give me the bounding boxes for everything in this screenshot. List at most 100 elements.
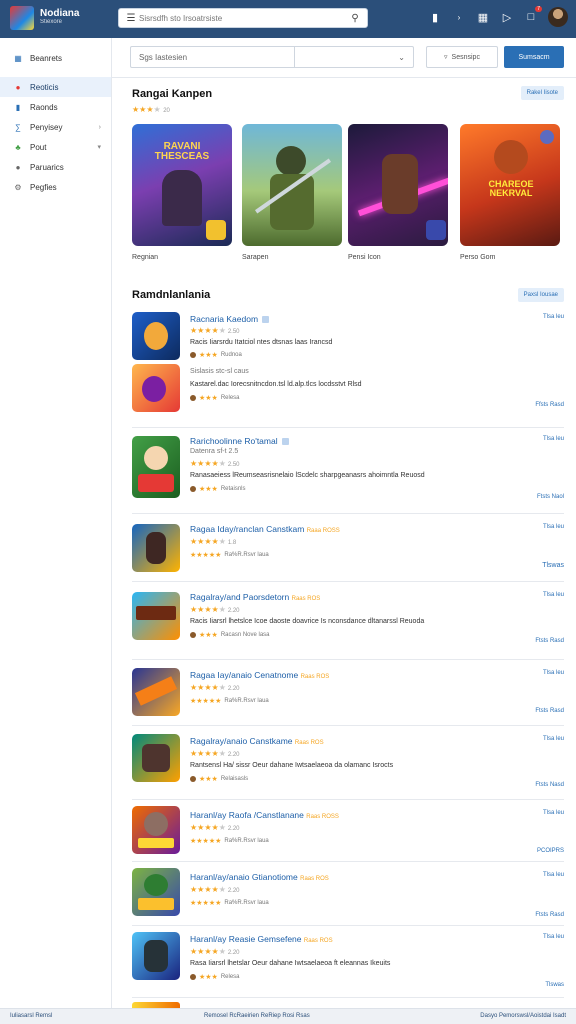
game-thumbnail[interactable] [132,312,180,360]
gamepad-icon[interactable]: ▮ [428,10,442,24]
folder-icon[interactable]: □ 7 [524,6,542,24]
footer-left[interactable]: Iuliasarsl Remsl [10,1013,52,1019]
game-thumbnail[interactable] [132,524,180,572]
price-label[interactable]: Tlsa leu [543,934,564,940]
star-rating: ★★★★★ 2.50 [190,459,240,468]
price-label[interactable]: Tlswas [542,562,564,569]
sound-icon[interactable]: ▷ [500,10,514,24]
price-label[interactable]: Tlsa leu [543,314,564,320]
game-thumbnail[interactable] [132,592,180,640]
game-title[interactable]: Racnaria Kaedom [190,314,270,324]
sidebar-item-penyisey[interactable]: ∑ Penyisey › [0,117,111,137]
app-logo-icon[interactable] [10,6,34,30]
list-item[interactable]: Ragaa Iday/ranclan Canstkam Raaa ROSS ★★… [132,514,564,582]
filter-select-primary[interactable]: Sgs Iastesien [131,47,295,67]
list-item[interactable]: Racnaria Kaedom ★★★★★ 2.50 Racis Iiarsrd… [132,310,564,428]
price-label[interactable]: Ftsts Naol [537,494,564,500]
avatar[interactable] [548,7,568,27]
featured-caption: Sarapen [242,254,269,261]
game-title[interactable]: Ragalray/and Paorsdetorn Raas ROS [190,592,320,602]
app-name: Nodiana [40,8,80,19]
price-label[interactable]: Ftsts Nasd [535,782,564,788]
filter-select[interactable]: Sgs Iastesien ⌄ [130,46,414,68]
featured-card[interactable]: Sarapen [242,124,342,261]
game-title[interactable]: Haranl/ay Reasie Gemsefene Raas ROS [190,934,333,944]
game-title[interactable]: Rarichoolinne Ro'tamal [190,436,289,446]
game-meta: ★★★★★ Ra%R.Rsvr laua [190,698,269,705]
footer-bar: Iuliasarsl Remsl Remosel RcRaeirien ReRi… [0,1008,576,1024]
game-title[interactable]: Haranl/ay/anaio Gtianotiome Raas ROS [190,872,329,882]
price-label[interactable]: PCOIPRS [537,848,564,854]
game-meta: ★★★ Relesa [190,394,240,402]
game-art[interactable]: CHAREOE NEKRVAL [460,124,560,246]
game-art[interactable]: RAVANI THESCEAS [132,124,232,246]
game-thumbnail[interactable] [132,364,180,412]
grid-icon: ▦ [14,53,22,63]
featured-card[interactable]: CHAREOE NEKRVAL Perso Gom [460,124,560,261]
settings-icon: ⚙ [14,182,22,192]
featured-card[interactable]: Pensi Icon [348,124,448,261]
list-item[interactable]: Haranl/ay Raofa /Canstlanane Raas ROSS ★… [132,800,564,862]
price-label[interactable]: Tlsa leu [543,872,564,878]
game-thumbnail[interactable] [132,868,180,916]
primary-button[interactable]: Sumsacm [504,46,564,68]
game-art[interactable] [348,124,448,246]
price-label[interactable]: Tlsa leu [543,670,564,676]
bookmark-icon: ▮ [15,102,21,112]
price-label[interactable]: Tlsa leu [543,436,564,442]
grid-icon[interactable]: ▦ [476,10,490,24]
price-label[interactable]: Tlsa leu [543,524,564,530]
search-bar[interactable]: ☰ ⚲ [118,8,368,28]
chevron-right-icon[interactable]: › [452,10,466,24]
list-item[interactable]: Rarichoolinne Ro'tamal Datenra sf-t 2.5 … [132,428,564,514]
sidebar-item-paruarics[interactable]: ● Paruarics [0,157,111,177]
game-meta: ★★★★★ Ra%R.Rsvr laua [190,552,269,559]
price-label[interactable]: Ffsts Rasd [535,402,564,408]
sidebar-item-label: Reoticis [30,82,59,92]
list-item[interactable]: Haranl/ay/anaio Gtianotiome Raas ROS ★★★… [132,862,564,926]
sidebar-item-label: Pout [30,142,47,152]
featured-card[interactable]: RAVANI THESCEAS Regnian [132,124,232,261]
sidebar-item-pegfies[interactable]: ⚙ Pegfies [0,177,111,197]
featured-rating: ★★★★ 20 [132,104,170,114]
game-thumbnail[interactable] [132,734,180,782]
game-thumbnail[interactable] [132,932,180,980]
price-label[interactable]: Ftsts Rasd [535,638,564,644]
filter-select-secondary[interactable]: ⌄ [295,53,413,62]
sidebar-item-raonds[interactable]: ▮ Raonds [0,97,111,117]
list-item[interactable]: Ragalray/and Paorsdetorn Raas ROS ★★★★★ … [132,582,564,660]
chevron-down-icon: ⌄ [398,52,405,62]
sidebar-item-pout[interactable]: ♣ Pout ▾ [0,137,111,157]
price-label[interactable]: Ftsts Rasd [535,708,564,714]
featured-more-button[interactable]: Rakel Iisote [520,86,564,100]
game-title[interactable]: Ragalray/anaio Canstkame Raas ROS [190,736,324,746]
recommend-more-button[interactable]: Paxsl Iousae [517,288,564,302]
footer-right[interactable]: Dasyo Pemorswsl/Aoistdai Isadt [480,1013,566,1019]
search-icon[interactable]: ⚲ [347,13,363,24]
game-title[interactable]: Ragaa Iay/anaio Cenatnome Raas ROS [190,670,329,680]
footer-center[interactable]: Remosel RcRaeirien ReRiep Rosi Rsas [204,1013,310,1019]
sidebar-item-label: Pegfies [30,182,57,192]
price-label[interactable]: Tlsa leu [543,810,564,816]
filter-button-label: Sesnsipc [451,53,480,61]
price-label[interactable]: Tlsa leu [543,592,564,598]
price-label[interactable]: Ftsts Rasd [535,912,564,918]
game-art[interactable] [242,124,342,246]
chevron-right-icon[interactable]: › [99,124,101,131]
price-label[interactable]: Tlswas [545,982,564,988]
sidebar-item-beanrets[interactable]: ▦ Beanrets [0,48,111,68]
search-input[interactable] [139,13,347,23]
list-item[interactable]: Ragalray/anaio Canstkame Raas ROS ★★★★★ … [132,726,564,800]
game-thumbnail[interactable] [132,806,180,854]
chevron-down-icon[interactable]: ▾ [97,143,101,151]
game-title[interactable]: Haranl/ay Raofa /Canstlanane Raas ROSS [190,810,339,820]
filter-button[interactable]: ▿ Sesnsipc [426,46,498,68]
menu-icon[interactable]: ☰ [123,13,139,24]
list-item[interactable]: Haranl/ay Reasie Gemsefene Raas ROS ★★★★… [132,926,564,998]
game-thumbnail[interactable] [132,436,180,498]
sidebar-item-reoticis[interactable]: ● Reoticis [0,77,111,97]
list-item[interactable]: Ragaa Iay/anaio Cenatnome Raas ROS ★★★★★… [132,660,564,726]
game-title[interactable]: Ragaa Iday/ranclan Canstkam Raaa ROSS [190,524,340,534]
game-thumbnail[interactable] [132,668,180,716]
price-label[interactable]: Tlsa leu [543,736,564,742]
